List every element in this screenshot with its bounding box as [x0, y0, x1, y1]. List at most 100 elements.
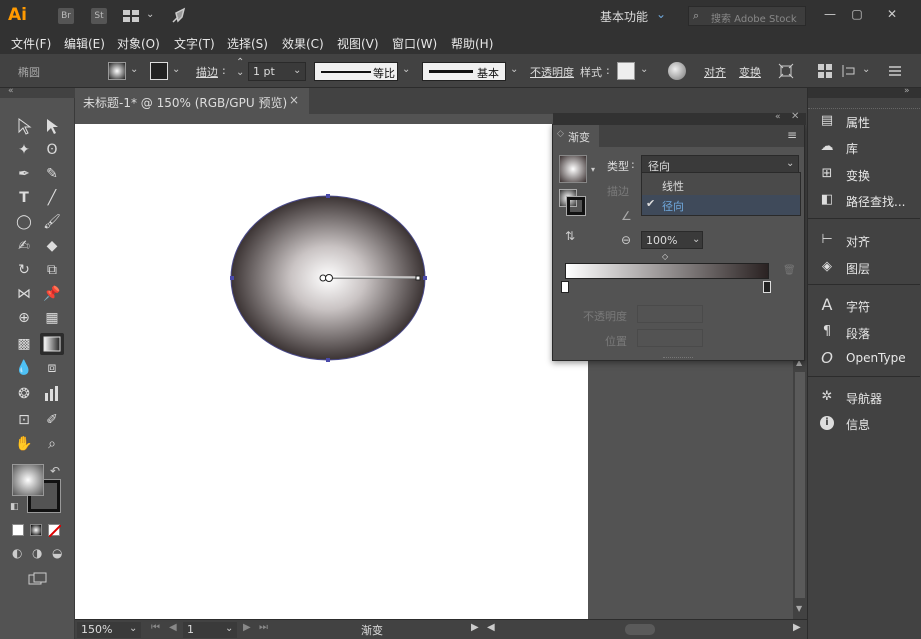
maximize-button[interactable]: ▢ — [847, 4, 867, 24]
shape-builder-tool-icon[interactable]: ⊕ — [14, 308, 34, 328]
column-graph-tool-icon[interactable] — [42, 384, 62, 404]
scroll-down-icon[interactable]: ▼ — [796, 604, 802, 613]
gradient-center-handle[interactable] — [325, 274, 333, 282]
selection-tool-icon[interactable] — [14, 116, 34, 136]
mesh-tool-icon[interactable]: ▩ — [14, 334, 34, 354]
close-panel-icon[interactable]: ✕ — [791, 111, 799, 122]
menu-select[interactable]: 选择(S) — [227, 35, 268, 52]
zoom-field[interactable]: 150% ⌄ — [77, 622, 141, 638]
line-tool-icon[interactable]: ╱ — [42, 188, 62, 208]
options-chevron-icon[interactable]: ⌄ — [862, 64, 870, 75]
variable-width-profile[interactable]: 等比 — [314, 62, 398, 81]
gradient-tool-icon[interactable] — [40, 333, 64, 355]
brush-chevron-icon[interactable]: ⌄ — [510, 64, 518, 75]
swap-colors-icon[interactable]: ↶ — [50, 464, 60, 478]
default-colors-icon[interactable]: ◧ — [10, 502, 19, 512]
layout-icon[interactable] — [122, 8, 140, 24]
dock-item-libraries[interactable]: ☁ 库 — [818, 136, 921, 158]
close-window-button[interactable]: ✕ — [882, 4, 902, 24]
menu-icon[interactable] — [888, 64, 902, 78]
lasso-tool-icon[interactable]: ʘ — [42, 140, 62, 160]
rotate-tool-icon[interactable]: ↻ — [14, 260, 34, 280]
scroll-thumb[interactable] — [795, 372, 805, 598]
scroll-right-icon[interactable]: ▶ — [793, 622, 801, 633]
pen-tool-icon[interactable]: ✒ — [14, 164, 34, 184]
rocket-icon[interactable] — [170, 7, 188, 25]
stroke-weight-field[interactable]: 1 pt ⌄ — [248, 62, 306, 81]
dock-item-paragraph[interactable]: ¶ 段落 — [818, 321, 921, 343]
ellipse-tool-icon[interactable]: ◯ — [14, 212, 34, 232]
menu-object[interactable]: 对象(O) — [117, 35, 160, 52]
dock-item-transform[interactable]: ⊞ 变换 — [818, 163, 921, 185]
reverse-gradient-icon[interactable]: ⇅ — [565, 229, 575, 243]
collapse-panel-icon[interactable]: « — [775, 112, 781, 122]
scroll-left-icon[interactable]: ◀ — [487, 622, 495, 633]
transform-link[interactable]: 变换 — [739, 64, 761, 80]
menu-help[interactable]: 帮助(H) — [451, 35, 493, 52]
midpoint-diamond[interactable]: ◇ — [662, 252, 668, 261]
artboard-number-field[interactable]: 1 ⌄ — [183, 622, 237, 638]
distribute-icon[interactable] — [842, 64, 856, 78]
align-link[interactable]: 对齐 — [704, 64, 726, 80]
horizontal-scroll-thumb[interactable] — [625, 624, 655, 635]
brush-definition[interactable]: 基本 — [422, 62, 506, 81]
opacity-label[interactable]: 不透明度 — [530, 64, 574, 80]
profile-chevron-icon[interactable]: ⌄ — [402, 64, 410, 75]
status-arrow-icon[interactable]: ▶ — [471, 622, 479, 633]
fill-chevron-icon[interactable]: ⌄ — [130, 64, 138, 75]
draw-behind-icon[interactable]: ◑ — [32, 546, 42, 560]
scale-tool-icon[interactable]: ⧉ — [42, 260, 62, 280]
gradient-type-dropdown[interactable]: 线性 ✔ 径向 — [641, 172, 801, 216]
menu-window[interactable]: 窗口(W) — [392, 35, 437, 52]
layout-chevron-icon[interactable]: ⌄ — [146, 9, 154, 20]
chevron-down-icon[interactable]: ⌄ — [656, 7, 666, 21]
color-mode-icon[interactable] — [12, 524, 24, 536]
draw-inside-icon[interactable]: ◒ — [52, 546, 62, 560]
menu-view[interactable]: 视图(V) — [337, 35, 379, 52]
dock-item-layers[interactable]: ◈ 图层 — [818, 256, 921, 278]
type-option-linear[interactable]: 线性 — [642, 175, 800, 195]
minimize-button[interactable]: — — [820, 4, 840, 24]
aspect-ratio-field[interactable]: 100% ⌄ — [641, 231, 703, 249]
grid-icon[interactable] — [818, 64, 832, 78]
blend-tool-icon[interactable]: ⧈ — [42, 358, 62, 378]
none-mode-icon[interactable] — [48, 524, 61, 537]
stroke-swatch[interactable] — [150, 62, 168, 80]
perspective-grid-tool-icon[interactable]: ▦ — [42, 308, 62, 328]
gradient-fill-thumbnail[interactable] — [559, 155, 587, 183]
shaper-tool-icon[interactable]: ✍ — [14, 236, 34, 256]
document-tab[interactable]: 未标题-1* @ 150% (RGB/GPU 预览) × — [75, 88, 309, 114]
expand-dock-icon[interactable]: » — [904, 86, 910, 96]
type-option-radial[interactable]: ✔ 径向 — [642, 195, 800, 215]
eyedropper-tool-icon[interactable]: 💧 — [14, 358, 34, 378]
magic-wand-tool-icon[interactable]: ✦ — [14, 140, 34, 160]
recolor-icon[interactable] — [668, 62, 686, 80]
dock-item-info[interactable]: i 信息 — [818, 412, 921, 434]
stroke-chevron-icon[interactable]: ⌄ — [172, 64, 180, 75]
screen-mode-icon[interactable] — [28, 572, 48, 586]
delete-stop-icon[interactable]: 🗑 — [783, 265, 796, 276]
slice-tool-icon[interactable]: ✐ — [42, 410, 62, 430]
dock-item-pathfinder[interactable]: ◧ 路径查找... — [818, 189, 921, 211]
stroke-stepper[interactable]: ⌃ ⌄ — [236, 58, 244, 78]
menu-file[interactable]: 文件(F) — [11, 35, 51, 52]
menu-type[interactable]: 文字(T) — [174, 35, 215, 52]
fill-swatch[interactable] — [108, 62, 126, 80]
graphic-style-swatch[interactable] — [617, 62, 635, 80]
eraser-tool-icon[interactable]: ◆ — [42, 236, 62, 256]
prev-artboard-icon[interactable]: ◀ — [169, 622, 177, 633]
dock-item-properties[interactable]: ▤ 属性 — [818, 110, 921, 132]
artboard[interactable] — [75, 124, 588, 619]
gradient-slider[interactable] — [565, 263, 769, 279]
artboard-tool-icon[interactable]: ⊡ — [14, 410, 34, 430]
gradient-tab[interactable]: ◇ 渐变 — [553, 125, 599, 147]
stock-search-input[interactable]: ⌕ 搜索 Adobe Stock — [688, 6, 806, 26]
puppet-warp-tool-icon[interactable]: 📌 — [42, 284, 62, 304]
stroke-mini-swatch[interactable] — [566, 196, 586, 216]
st-icon[interactable]: St — [91, 8, 107, 24]
artwork[interactable] — [75, 124, 588, 619]
close-tab-icon[interactable]: × — [289, 93, 299, 107]
dock-item-character[interactable]: A 字符 — [818, 294, 921, 316]
next-artboard-icon[interactable]: ▶ — [243, 622, 251, 633]
br-icon[interactable]: Br — [58, 8, 74, 24]
